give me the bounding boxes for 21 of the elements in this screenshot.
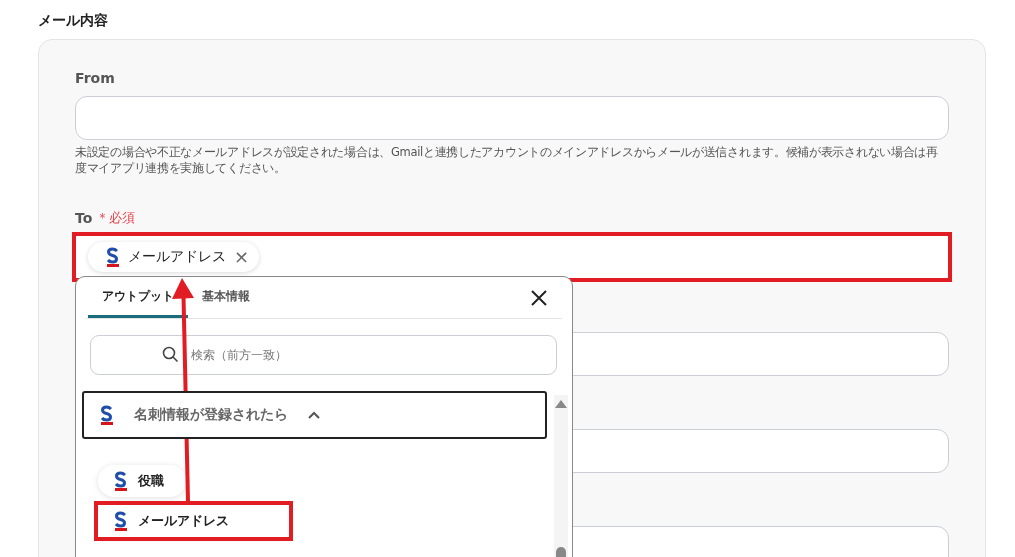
remove-button[interactable]: ×	[234, 248, 250, 266]
section-heading: メール内容	[38, 12, 108, 30]
tab[interactable]: 基本情報	[188, 277, 264, 318]
close-icon[interactable]	[530, 288, 548, 307]
app-logo-icon	[106, 247, 120, 267]
app-logo-icon	[100, 405, 114, 425]
search-field[interactable]: 検索（前方一致）	[90, 335, 557, 375]
required-mark: ＊必須	[96, 209, 136, 227]
tag-chip[interactable]: メールアドレス ×	[88, 242, 260, 272]
app-logo-icon	[114, 511, 128, 531]
chip-label: メールアドレス	[128, 248, 226, 266]
hint-text: 未設定の場合や不正なメールアドレスが設定された場合は、Gmailと連携したアカウントのメインアドレスからメールが送信されます。候補が表示されない場合は再度マイアプリ連携を実施してください。	[75, 144, 939, 176]
app-logo-icon	[114, 471, 128, 491]
field-label: To	[75, 210, 93, 226]
scroll-up-icon[interactable]	[555, 399, 567, 408]
field-label: From	[75, 70, 115, 86]
group-header[interactable]: 名刺情報が登録されたら	[82, 391, 547, 439]
list-item[interactable]: 役職	[98, 465, 186, 497]
scrollbar[interactable]	[554, 395, 568, 557]
input-field[interactable]: メールアドレス ×	[75, 235, 949, 279]
group-title: 名刺情報が登録されたら	[134, 406, 288, 424]
